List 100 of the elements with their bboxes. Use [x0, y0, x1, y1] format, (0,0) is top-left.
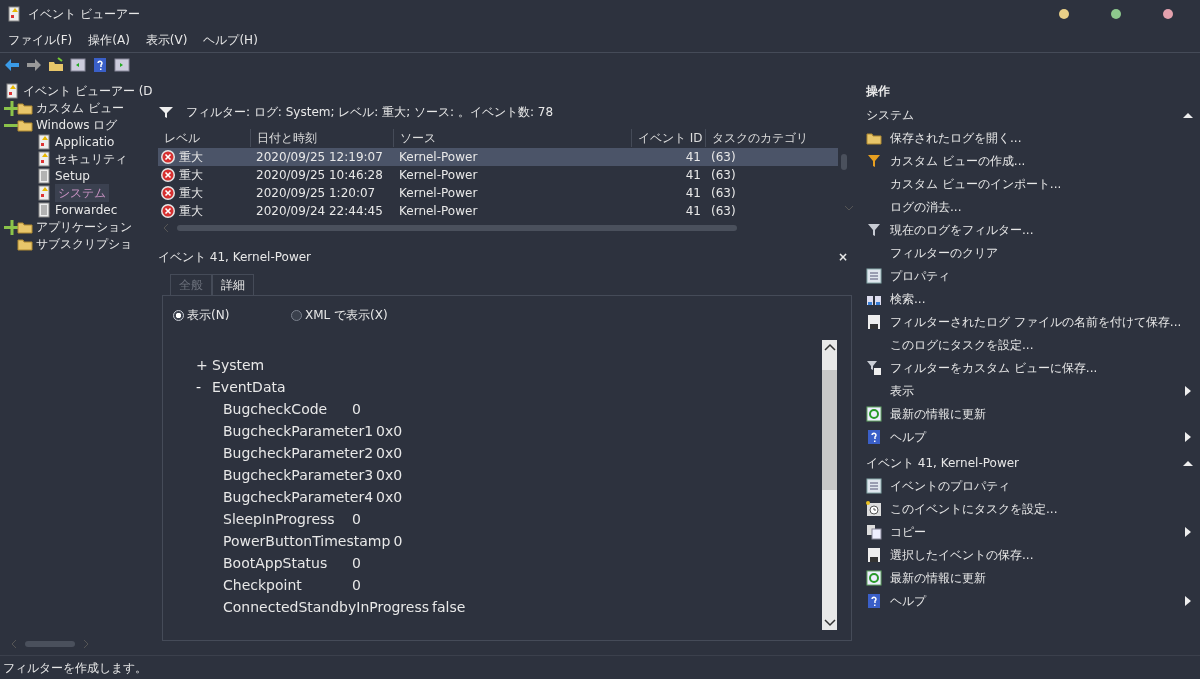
- field-name: Checkpoint: [223, 575, 303, 595]
- column-header[interactable]: ソース: [393, 129, 631, 147]
- table-cell-text: 41: [684, 149, 702, 166]
- error-icon: [160, 203, 176, 219]
- log-icon: [6, 6, 22, 22]
- floppy-icon: [866, 313, 882, 330]
- tree-item[interactable]: システム: [55, 183, 109, 202]
- action-item[interactable]: 選択したイベントの保存...: [890, 545, 1034, 564]
- table-cell-text: 重大: [179, 185, 203, 202]
- table-cell-text: 41: [684, 203, 702, 220]
- tree-item[interactable]: サブスクリプショ: [36, 234, 132, 253]
- menu-item[interactable]: ファイル(F): [0, 31, 81, 49]
- section-header[interactable]: システム: [866, 105, 914, 124]
- floppy-icon: [866, 546, 882, 563]
- field-value: 0x0: [376, 421, 403, 441]
- menu-item[interactable]: 操作(A): [80, 31, 138, 49]
- section-header[interactable]: イベント 41, Kernel-Power: [866, 453, 1020, 472]
- copy-icon: [866, 523, 882, 540]
- field-value: 0: [352, 399, 361, 419]
- field-value: 0x0: [376, 487, 403, 507]
- column-header[interactable]: タスクのカテゴリ: [705, 129, 832, 147]
- table-row[interactable]: 重大 2020/09/25 12:19:07 Kernel-Power 41 (63): [158, 148, 838, 166]
- radio-button[interactable]: [291, 309, 302, 321]
- tree-item[interactable]: アプリケーション: [36, 217, 132, 236]
- maximize-button[interactable]: [1108, 6, 1124, 22]
- action-item[interactable]: フィルターをカスタム ビューに保存...: [890, 358, 1098, 377]
- scrollbar-thumb[interactable]: [841, 154, 847, 170]
- action-item[interactable]: イベントのプロパティ: [890, 476, 1010, 495]
- help-icon: [866, 428, 882, 445]
- forward-arrow-icon[interactable]: [26, 56, 42, 73]
- close-button[interactable]: ×: [837, 248, 848, 266]
- action-item[interactable]: 最新の情報に更新: [890, 568, 986, 587]
- action-item[interactable]: 最新の情報に更新: [890, 404, 986, 423]
- filter-icon: [866, 221, 882, 238]
- action-item[interactable]: このイベントにタスクを設定...: [890, 499, 1058, 518]
- tree-item[interactable]: Forwardec: [55, 200, 118, 219]
- clock-icon: [866, 500, 882, 517]
- folder-icon[interactable]: [48, 56, 64, 73]
- tree-node[interactable]: EventData: [212, 376, 286, 398]
- action-item[interactable]: カスタム ビューのインポート...: [890, 174, 1062, 193]
- field-value: 0x0: [376, 443, 403, 463]
- field-name: BugcheckParameter3: [223, 465, 374, 485]
- radio-label[interactable]: 表示(N): [187, 306, 230, 324]
- table-row[interactable]: 重大 2020/09/24 22:44:45 Kernel-Power 41 (63): [158, 202, 838, 220]
- tree-item[interactable]: イベント ビューアー (D: [23, 81, 152, 100]
- action-item[interactable]: 表示: [890, 381, 914, 400]
- panel-icon[interactable]: [114, 56, 130, 73]
- log-icon: [36, 184, 52, 201]
- tree-item[interactable]: Applicatio: [55, 132, 115, 151]
- close-button[interactable]: [1160, 6, 1176, 22]
- radio-button[interactable]: [173, 309, 184, 321]
- error-icon: [160, 149, 176, 165]
- action-item[interactable]: ヘルプ: [890, 427, 926, 446]
- minimize-button[interactable]: [1056, 6, 1072, 22]
- tab[interactable]: 詳細: [212, 274, 254, 295]
- tree-item[interactable]: カスタム ビュー: [36, 98, 124, 117]
- expand-toggle[interactable]: +: [196, 354, 206, 376]
- field-name: BugcheckParameter4: [223, 487, 374, 507]
- action-item[interactable]: 現在のログをフィルター...: [890, 220, 1034, 239]
- window-title: イベント ビューアー: [28, 6, 140, 23]
- tree-item[interactable]: Setup: [55, 166, 90, 185]
- action-item[interactable]: プロパティ: [890, 266, 950, 285]
- error-icon: [160, 185, 176, 201]
- radio-label[interactable]: XML で表示(X): [305, 306, 388, 324]
- column-header[interactable]: イベント ID: [631, 129, 705, 147]
- collapse-toggle[interactable]: -: [196, 376, 206, 398]
- table-cell-text: 重大: [179, 167, 203, 184]
- action-item[interactable]: 保存されたログを開く...: [890, 128, 1022, 147]
- action-item[interactable]: 検索...: [890, 289, 926, 308]
- tree-node[interactable]: System: [212, 354, 265, 376]
- action-item[interactable]: ヘルプ: [890, 591, 926, 610]
- action-item[interactable]: フィルターのクリア: [890, 243, 998, 262]
- scrollbar-thumb[interactable]: [177, 225, 737, 231]
- menu-item[interactable]: ヘルプ(H): [195, 31, 266, 49]
- table-cell-text: 41: [684, 167, 702, 184]
- scrollbar-thumb[interactable]: [822, 370, 837, 490]
- table-cell-text: 2020/09/25 10:46:28: [255, 167, 384, 184]
- action-item[interactable]: このログにタスクを設定...: [890, 335, 1034, 354]
- field-value: 0: [393, 531, 403, 551]
- field-value: 0: [352, 553, 361, 573]
- tree-item[interactable]: Windows ログ: [36, 115, 118, 134]
- table-cell-text: (63): [710, 167, 737, 184]
- action-item[interactable]: フィルターされたログ ファイルの名前を付けて保存...: [890, 312, 1182, 331]
- menu-item[interactable]: 表示(V): [137, 31, 196, 49]
- tree-item[interactable]: セキュリティ: [55, 149, 127, 168]
- panel-icon[interactable]: [70, 56, 86, 73]
- action-item[interactable]: ログの消去...: [890, 197, 962, 216]
- table-row[interactable]: 重大 2020/09/25 1:20:07 Kernel-Power 41 (63): [158, 184, 838, 202]
- column-header[interactable]: レベル: [158, 129, 250, 147]
- error-icon: [160, 167, 176, 183]
- table-cell-text: Kernel-Power: [398, 203, 479, 220]
- table-row[interactable]: 重大 2020/09/25 10:46:28 Kernel-Power 41 (63): [158, 166, 838, 184]
- table-cell-text: (63): [710, 185, 737, 202]
- table-cell-text: Kernel-Power: [398, 149, 479, 166]
- scrollbar-thumb[interactable]: [25, 641, 75, 647]
- column-header[interactable]: 日付と時刻: [250, 129, 393, 147]
- action-item[interactable]: カスタム ビューの作成...: [890, 151, 1026, 170]
- field-value: false: [432, 597, 466, 617]
- action-item[interactable]: コピー: [890, 522, 926, 541]
- help-icon[interactable]: [92, 56, 108, 73]
